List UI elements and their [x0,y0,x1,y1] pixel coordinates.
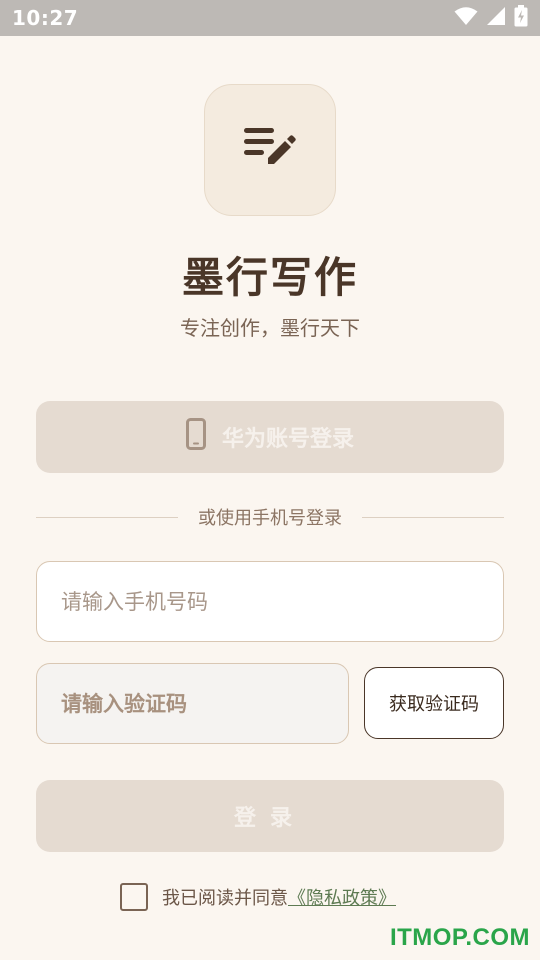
huawei-login-label: 华为账号登录 [221,427,354,452]
signal-icon [486,6,506,30]
verification-code-input[interactable] [36,663,349,744]
app-title: 墨行写作 [181,253,358,302]
login-divider: 或使用手机号登录 [36,502,504,532]
get-code-button[interactable]: 获取验证码 [364,667,504,739]
status-time: 10:27 [12,6,79,30]
login-button[interactable]: 登录 [36,780,504,852]
app-slogan: 专注创作，墨行天下 [180,316,360,340]
privacy-policy-link[interactable]: 《隐私政策》 [288,888,396,909]
app-logo [204,84,336,216]
agreement-text-group: 我已阅读并同意《隐私政策》 [162,884,396,910]
wifi-icon [454,6,478,30]
watermark: ITMOP.COM [389,924,530,951]
edit-list-icon [242,124,298,176]
agreement-row: 我已阅读并同意《隐私政策》 [120,880,396,914]
divider-text: 或使用手机号登录 [198,508,342,529]
agreement-text: 我已阅读并同意 [162,888,288,909]
battery-charging-icon [514,5,528,31]
huawei-login-button[interactable]: 华为账号登录 [36,401,504,473]
phone-input[interactable] [36,561,504,642]
divider-line-right [362,516,504,518]
status-bar: 10:27 [0,0,540,36]
agreement-checkbox[interactable] [120,883,148,911]
status-icons [454,5,528,31]
divider-line-left [36,516,178,518]
phone-icon [185,418,206,456]
